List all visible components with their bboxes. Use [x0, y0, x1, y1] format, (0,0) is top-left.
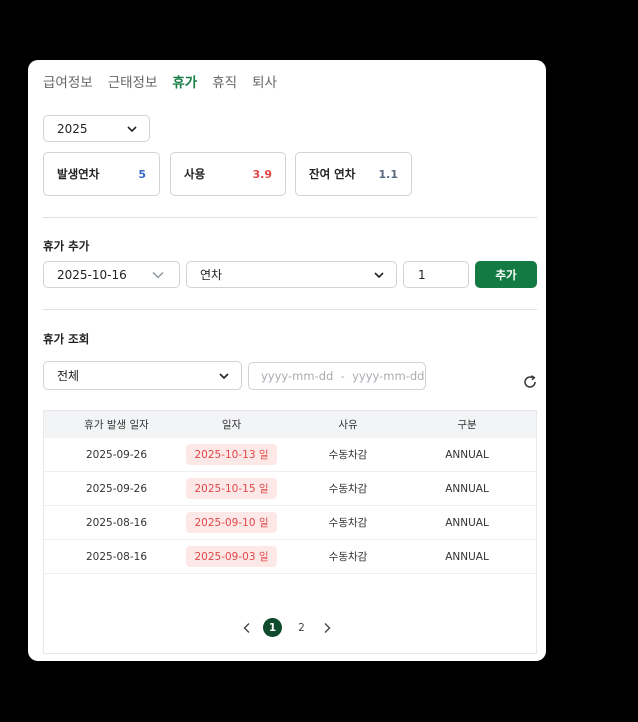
leave-date-value: 2025-10-16 [57, 267, 127, 282]
tab-attendance[interactable]: 근태정보 [108, 71, 158, 91]
stat-remaining-leave: 잔여 연차 1.1 [295, 152, 412, 196]
column-header: 사유 [338, 419, 358, 431]
chevron-left-icon[interactable] [241, 622, 253, 634]
chevron-down-icon [374, 271, 384, 278]
year-select-value: 2025 [57, 121, 88, 136]
leave-filter-select[interactable]: 전체 [43, 361, 242, 390]
chevron-down-icon [152, 271, 164, 278]
year-select[interactable]: 2025 [43, 115, 150, 142]
stat-used-value: 3.9 [252, 167, 273, 181]
chevron-down-icon [127, 125, 137, 132]
leave-date-badge: 2025-10-13 일 [186, 444, 277, 465]
tab-leave[interactable]: 휴가 [172, 71, 197, 91]
generated-date-cell: 2025-08-16 [85, 550, 148, 563]
page-button-1[interactable]: 1 [263, 618, 282, 637]
tab-resignation[interactable]: 퇴사 [252, 71, 277, 91]
leave-amount-input[interactable]: 1 [403, 261, 469, 288]
stat-remaining-label: 잔여 연차 [309, 167, 356, 181]
leave-type-value: 연차 [200, 268, 223, 282]
add-leave-title: 휴가 추가 [43, 239, 90, 253]
stat-used-leave: 사용 3.9 [170, 152, 286, 196]
pagination: 1 2 [28, 618, 546, 637]
divider [43, 309, 537, 310]
leave-date-badge: 2025-09-10 일 [186, 512, 277, 533]
tab-leave-of-absence[interactable]: 휴직 [212, 71, 237, 91]
tab-payroll[interactable]: 급여정보 [43, 71, 93, 91]
table-row[interactable]: 2025-09-26 2025-10-13 일 수동차감 ANNUAL [44, 438, 536, 472]
table-row[interactable]: 2025-08-16 2025-09-10 일 수동차감 ANNUAL [44, 506, 536, 540]
table-header: 휴가 발생 일자 일자 사유 구분 [44, 411, 536, 438]
date-range-input[interactable]: yyyy-mm-dd - yyyy-mm-dd [248, 362, 426, 390]
generated-date-cell: 2025-09-26 [85, 448, 148, 461]
generated-date-cell: 2025-09-26 [85, 482, 148, 495]
type-cell: ANNUAL [445, 516, 489, 529]
add-leave-button[interactable]: 추가 [475, 261, 537, 288]
leave-amount-value: 1 [418, 267, 426, 282]
leave-date-badge: 2025-09-03 일 [186, 546, 277, 567]
reason-cell: 수동차감 [328, 517, 368, 529]
chevron-down-icon [219, 372, 229, 379]
generated-date-cell: 2025-08-16 [85, 516, 148, 529]
leave-filter-value: 전체 [57, 369, 80, 383]
date-range-placeholder: yyyy-mm-dd - yyyy-mm-dd [261, 369, 425, 383]
table-row[interactable]: 2025-09-26 2025-10-15 일 수동차감 ANNUAL [44, 472, 536, 506]
type-cell: ANNUAL [445, 550, 489, 563]
leave-date-picker[interactable]: 2025-10-16 [43, 261, 180, 288]
column-header: 휴가 발생 일자 [84, 419, 149, 431]
stat-generated-label: 발생연차 [57, 167, 100, 181]
column-header: 구분 [457, 419, 477, 431]
column-header: 일자 [221, 419, 242, 431]
stat-generated-leave: 발생연차 5 [43, 152, 160, 196]
reason-cell: 수동차감 [328, 551, 368, 563]
type-cell: ANNUAL [445, 482, 489, 495]
stat-remaining-value: 1.1 [378, 167, 399, 181]
leave-panel: 급여정보 근태정보 휴가 휴직 퇴사 2025 발생연차 5 사용 3.9 잔여… [28, 60, 546, 661]
reason-cell: 수동차감 [328, 449, 368, 461]
chevron-right-icon[interactable] [321, 622, 333, 634]
tab-bar: 급여정보 근태정보 휴가 휴직 퇴사 [43, 71, 292, 91]
table-row[interactable]: 2025-08-16 2025-09-03 일 수동차감 ANNUAL [44, 540, 536, 574]
lookup-leave-title: 휴가 조회 [43, 332, 90, 346]
page-button-2[interactable]: 2 [292, 618, 311, 637]
leave-type-select[interactable]: 연차 [186, 261, 397, 288]
reason-cell: 수동차감 [328, 483, 368, 495]
stat-used-label: 사용 [184, 167, 206, 181]
stat-generated-value: 5 [138, 167, 146, 181]
divider [43, 217, 537, 218]
refresh-icon[interactable] [522, 374, 538, 390]
leave-date-badge: 2025-10-15 일 [186, 478, 277, 499]
type-cell: ANNUAL [445, 448, 489, 461]
